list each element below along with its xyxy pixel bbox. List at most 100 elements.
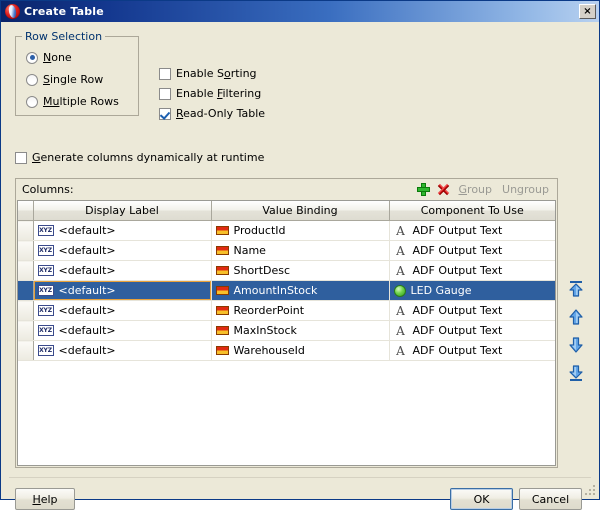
cell-value-binding[interactable]: AmountInStock: [211, 280, 390, 301]
checkbox-read-only-table[interactable]: Read-Only Table: [159, 107, 265, 120]
xyz-icon: XYZ: [37, 245, 54, 256]
cell-display-label[interactable]: XYZ <default>: [33, 220, 212, 241]
led-gauge-icon: [393, 284, 406, 297]
row-gutter[interactable]: [18, 300, 34, 321]
cell-display-label[interactable]: XYZ <default>: [33, 340, 212, 361]
row-gutter[interactable]: [18, 260, 34, 281]
value-binding-text: AmountInStock: [233, 284, 318, 297]
cell-value-binding[interactable]: ShortDesc: [211, 260, 390, 281]
value-binding-text: ShortDesc: [233, 264, 291, 277]
column-header-value-binding[interactable]: Value Binding: [211, 201, 390, 221]
row-selection-legend: Row Selection: [22, 30, 106, 43]
generate-columns-box: [15, 151, 27, 164]
table-row[interactable]: XYZ <default> ShortDesc A ADF Output Tex…: [18, 260, 555, 281]
row-gutter[interactable]: [18, 220, 34, 241]
column-header-display-label[interactable]: Display Label: [33, 201, 212, 221]
generate-columns-label: Generate columns dynamically at runtime: [32, 151, 265, 164]
move-to-bottom-button[interactable]: [567, 364, 585, 382]
resize-grip[interactable]: [585, 485, 597, 497]
row-gutter[interactable]: [18, 340, 34, 361]
column-header-component-to-use[interactable]: Component To Use: [389, 201, 555, 221]
cell-value-binding[interactable]: MaxInStock: [211, 320, 390, 341]
binding-icon: [215, 266, 229, 275]
binding-icon: [215, 246, 229, 255]
radio-single-row[interactable]: Single Row: [26, 73, 103, 86]
cell-value-binding[interactable]: ProductId: [211, 220, 390, 241]
xyz-icon: XYZ: [37, 225, 54, 236]
move-up-button[interactable]: [567, 308, 585, 326]
component-text: ADF Output Text: [412, 224, 503, 237]
move-down-button[interactable]: [567, 336, 585, 354]
close-icon[interactable]: ×: [579, 4, 596, 19]
table-header-row: Display Label Value Binding Component To…: [18, 201, 555, 221]
cell-display-label[interactable]: XYZ <default>: [33, 280, 212, 301]
ok-button[interactable]: OK: [450, 488, 513, 510]
component-text: LED Gauge: [410, 284, 472, 297]
cell-display-label[interactable]: XYZ <default>: [33, 240, 212, 261]
cell-component[interactable]: A ADF Output Text: [389, 220, 555, 241]
cell-component[interactable]: A ADF Output Text: [389, 340, 555, 361]
display-label-text: <default>: [58, 324, 116, 337]
checkbox-enable-filtering[interactable]: Enable Filtering: [159, 87, 261, 100]
create-table-dialog: Create Table × Row Selection None Single…: [0, 0, 600, 510]
radio-multiple-rows[interactable]: Multiple Rows: [26, 95, 119, 108]
dialog-body: Row Selection None Single Row Multiple R…: [1, 22, 599, 510]
cell-component[interactable]: A ADF Output Text: [389, 300, 555, 321]
table-row[interactable]: XYZ <default> WarehouseId A ADF Output T…: [18, 340, 555, 361]
arrow-up-to-line-icon: [569, 281, 583, 297]
footer-divider: [9, 477, 591, 478]
cell-component[interactable]: A ADF Output Text: [389, 240, 555, 261]
cell-display-label[interactable]: XYZ <default>: [33, 300, 212, 321]
display-label-text: <default>: [58, 244, 116, 257]
table-row[interactable]: XYZ <default> MaxInStock A ADF Output Te…: [18, 320, 555, 341]
radio-none[interactable]: None: [26, 51, 72, 64]
ungroup-button: Ungroup: [502, 182, 549, 196]
window-title: Create Table: [24, 5, 104, 18]
read-only-table-box: [159, 107, 171, 120]
adf-output-text-icon: A: [396, 223, 405, 238]
columns-table[interactable]: Display Label Value Binding Component To…: [17, 200, 556, 466]
value-binding-text: ReorderPoint: [233, 304, 305, 317]
row-gutter[interactable]: [18, 320, 34, 341]
move-to-top-button[interactable]: [567, 280, 585, 298]
plus-icon[interactable]: [416, 182, 431, 197]
component-text: ADF Output Text: [412, 244, 503, 257]
table-row[interactable]: XYZ <default> ProductId A ADF Output Tex…: [18, 220, 555, 241]
help-button-label: Help: [32, 492, 58, 506]
radio-none-label: None: [43, 51, 72, 64]
radio-multiple-rows-label: Multiple Rows: [43, 95, 119, 108]
adf-output-text-icon: A: [396, 303, 405, 318]
table-row[interactable]: XYZ <default> Name A ADF Output Text: [18, 240, 555, 261]
cancel-button[interactable]: Cancel: [519, 488, 582, 510]
checkbox-generate-columns-dynamically[interactable]: Generate columns dynamically at runtime: [15, 151, 264, 164]
columns-table-body: XYZ <default> ProductId A ADF Output Tex…: [18, 220, 555, 361]
row-gutter[interactable]: [18, 240, 34, 261]
table-row[interactable]: XYZ <default> AmountInStock LED Gauge: [18, 280, 555, 301]
group-button: Group: [458, 182, 493, 196]
delete-x-icon[interactable]: [436, 182, 451, 197]
binding-icon: [215, 286, 229, 295]
cell-value-binding[interactable]: Name: [211, 240, 390, 261]
cell-component[interactable]: A ADF Output Text: [389, 260, 555, 281]
adf-output-text-icon: A: [396, 243, 405, 258]
enable-sorting-label: Enable Sorting: [176, 67, 257, 80]
cell-component[interactable]: A ADF Output Text: [389, 320, 555, 341]
binding-icon: [215, 306, 229, 315]
adf-output-text-icon: A: [396, 343, 405, 358]
xyz-icon: XYZ: [37, 285, 54, 296]
arrow-down-icon: [569, 337, 583, 353]
table-row[interactable]: XYZ <default> ReorderPoint A ADF Output …: [18, 300, 555, 321]
radio-multiple-rows-indicator: [26, 95, 38, 108]
cancel-button-label: Cancel: [531, 492, 570, 506]
cell-value-binding[interactable]: ReorderPoint: [211, 300, 390, 321]
display-label-text: <default>: [58, 224, 116, 237]
cell-display-label[interactable]: XYZ <default>: [33, 260, 212, 281]
cell-component[interactable]: LED Gauge: [389, 280, 555, 301]
checkbox-enable-sorting[interactable]: Enable Sorting: [159, 67, 257, 80]
help-button[interactable]: Help: [15, 488, 75, 510]
row-gutter[interactable]: [18, 280, 34, 301]
cell-value-binding[interactable]: WarehouseId: [211, 340, 390, 361]
cell-display-label[interactable]: XYZ <default>: [33, 320, 212, 341]
ok-button-label: OK: [473, 492, 490, 506]
jdeveloper-icon: [5, 4, 20, 19]
